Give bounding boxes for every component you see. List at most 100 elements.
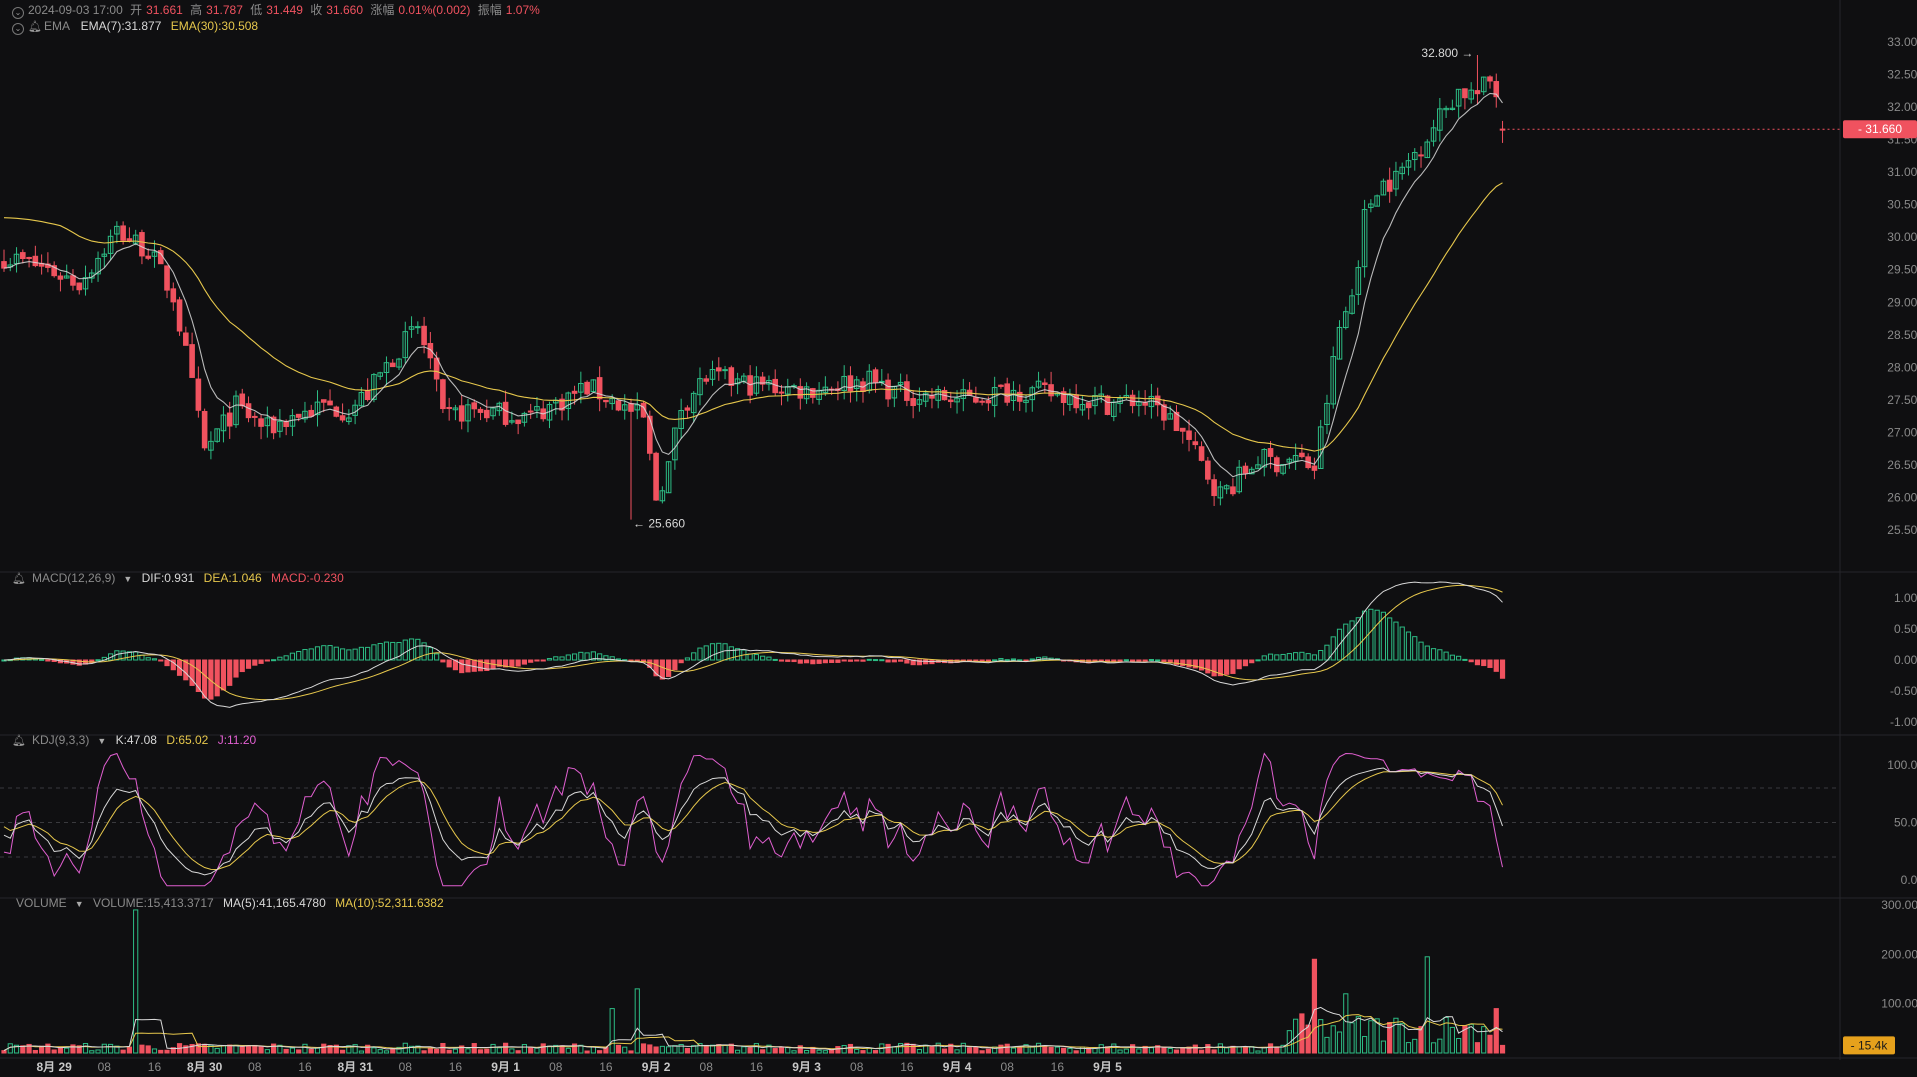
macd-bar xyxy=(904,659,910,664)
volume-ma5: MA(5):41,165.4780 xyxy=(223,896,326,910)
volume-bar xyxy=(741,1046,747,1054)
macd-tick-label: 1.000 xyxy=(1894,591,1917,605)
kdj-d-line xyxy=(3,770,1503,871)
candle xyxy=(1393,161,1399,197)
macd-bar xyxy=(1280,653,1286,661)
candle xyxy=(1368,199,1374,213)
price-tick-label: 26.500 xyxy=(1887,458,1917,472)
candle xyxy=(672,427,678,470)
candle xyxy=(722,365,728,380)
min-price-label: ← 25.660 xyxy=(633,517,685,531)
candle xyxy=(1173,405,1180,432)
volume-bar xyxy=(1198,1049,1205,1054)
volume-bar xyxy=(1418,1026,1424,1054)
bell-icon[interactable]: 🔔︎ xyxy=(28,20,42,33)
candle xyxy=(1104,394,1111,416)
kdj-legend: 🔔︎ KDJ(9,3,3) ▼ K:47.08 D:65.02 J:11.20 xyxy=(12,733,262,747)
time-axis-label: 16 xyxy=(449,1060,463,1074)
bell-icon[interactable]: 🔔︎ xyxy=(12,572,26,585)
macd-bar xyxy=(891,659,897,663)
macd-bar xyxy=(1468,659,1474,663)
volume-bar xyxy=(1217,1043,1223,1054)
price-tick-label: 29.000 xyxy=(1887,295,1917,309)
macd-label[interactable]: MACD(12,26,9) xyxy=(32,571,115,585)
volume-value: VOLUME:15,413.3717 xyxy=(92,896,214,910)
chart-canvas[interactable]: 33.00032.50032.00031.50031.00030.50030.0… xyxy=(0,0,1917,1077)
candle xyxy=(233,390,239,428)
macd-bar xyxy=(803,659,810,664)
macd-bar xyxy=(258,659,264,664)
macd-tick-label: 0.000 xyxy=(1894,653,1917,667)
volume-bar xyxy=(760,1049,766,1054)
bell-icon[interactable]: 🔔︎ xyxy=(12,734,26,747)
volume-bar xyxy=(1299,1013,1305,1054)
volume-bar xyxy=(39,1045,45,1054)
trading-chart[interactable]: 33.00032.50032.00031.50031.00030.50030.0… xyxy=(0,0,1917,1077)
volume-bar xyxy=(1098,1044,1104,1054)
candle xyxy=(1274,455,1280,477)
volume-bar xyxy=(1167,1048,1173,1054)
candle xyxy=(490,406,496,420)
kdj-label[interactable]: KDJ(9,3,3) xyxy=(32,733,89,747)
candle xyxy=(465,399,471,433)
chevron-down-icon[interactable]: ▼ xyxy=(97,736,106,746)
candle xyxy=(314,390,321,427)
ema-label[interactable]: EMA xyxy=(44,19,69,33)
time-axis-label: 9月 4 xyxy=(943,1060,972,1074)
time-axis-label: 08 xyxy=(850,1060,864,1074)
candle-body xyxy=(258,418,264,427)
candle-body xyxy=(1474,90,1481,95)
candle-body xyxy=(1487,76,1493,82)
candle-body xyxy=(76,282,83,291)
volume-bar xyxy=(640,1043,647,1054)
macd-bar xyxy=(571,653,578,661)
ema-collapse-icon[interactable]: ⌄ xyxy=(12,23,24,35)
macd-bar xyxy=(1255,659,1261,662)
candle xyxy=(1336,320,1343,360)
time-axis-label: 16 xyxy=(900,1060,914,1074)
candle xyxy=(1355,260,1362,305)
collapse-toggle-icon[interactable]: ⌄ xyxy=(12,7,24,19)
macd-bar xyxy=(1324,644,1330,661)
candle-body xyxy=(728,367,735,386)
candle xyxy=(853,376,860,402)
candle-body xyxy=(747,375,753,396)
candle xyxy=(327,389,333,406)
candle-body xyxy=(283,421,289,428)
macd-bar xyxy=(296,650,302,661)
macd-bar xyxy=(440,659,446,663)
volume-label[interactable]: VOLUME xyxy=(16,896,67,910)
kdj-tick-label: 50.00 xyxy=(1894,816,1917,830)
candle xyxy=(709,360,716,386)
candle xyxy=(998,384,1004,389)
volume-bar xyxy=(1130,1044,1136,1054)
ema7-value: EMA(7):31.877 xyxy=(80,19,162,33)
macd-bar xyxy=(151,658,158,661)
time-axis-label: 08 xyxy=(399,1060,413,1074)
macd-bar xyxy=(672,659,678,671)
candle xyxy=(114,221,120,244)
volume-bar xyxy=(1412,1038,1418,1054)
chevron-down-icon[interactable]: ▼ xyxy=(123,574,132,584)
macd-bar xyxy=(1224,659,1230,675)
macd-bar xyxy=(1456,655,1462,661)
macd-bar xyxy=(515,659,521,667)
candle xyxy=(1085,402,1092,420)
volume-bar xyxy=(1054,1046,1060,1054)
volume-bar xyxy=(791,1050,797,1054)
low-value: 31.449 xyxy=(266,3,303,17)
candle xyxy=(540,400,547,422)
chevron-down-icon[interactable]: ▼ xyxy=(75,899,84,909)
macd-bar xyxy=(202,659,208,699)
candle-body xyxy=(126,238,133,242)
macd-bar xyxy=(879,659,885,662)
macd-bar xyxy=(1249,659,1255,664)
macd-bar xyxy=(509,659,515,667)
candle-body xyxy=(647,415,653,454)
open-label: 开 xyxy=(130,3,143,17)
macd-bar xyxy=(45,659,51,662)
price-tick-label: 26.000 xyxy=(1887,490,1917,504)
volume-bar xyxy=(622,1046,628,1054)
macd-bar xyxy=(778,659,785,662)
macd-bar xyxy=(233,659,239,678)
